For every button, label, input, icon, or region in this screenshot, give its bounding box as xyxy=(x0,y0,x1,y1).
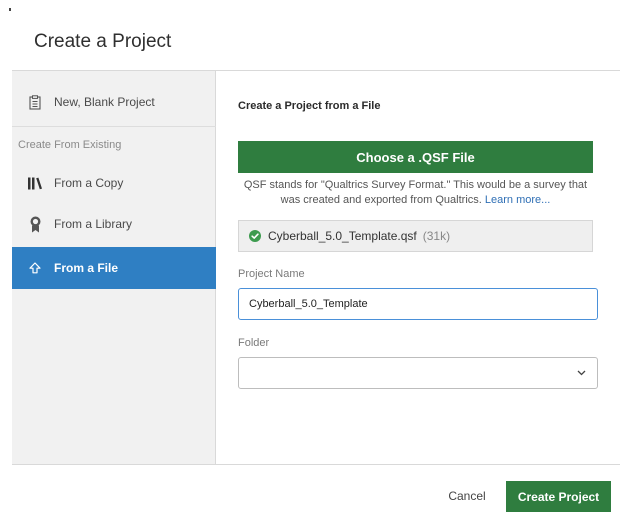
modal-title: Create a Project xyxy=(34,31,172,52)
sidebar-item-label: New, Blank Project xyxy=(54,95,155,109)
folder-select[interactable] xyxy=(238,357,598,389)
corner-mark xyxy=(9,8,11,11)
sidebar-item-label: From a Copy xyxy=(54,176,124,190)
award-ribbon-icon xyxy=(24,216,46,233)
sidebar: New, Blank Project Create From Existing … xyxy=(12,71,216,464)
create-project-button[interactable]: Create Project xyxy=(506,481,611,512)
chevron-down-icon xyxy=(577,370,586,376)
upload-arrow-icon xyxy=(24,262,46,274)
project-name-input[interactable] xyxy=(238,288,598,320)
sidebar-item-from-copy[interactable]: From a Copy xyxy=(12,163,216,203)
main-panel: Create a Project from a File Choose a .Q… xyxy=(216,71,620,464)
selected-file-name: Cyberball_5.0_Template.qsf xyxy=(268,229,417,243)
sidebar-item-new-blank-project[interactable]: New, Blank Project xyxy=(12,78,216,127)
modal-body: New, Blank Project Create From Existing … xyxy=(12,70,620,465)
folder-label: Folder xyxy=(238,337,270,349)
cancel-button[interactable]: Cancel xyxy=(436,482,498,510)
sidebar-item-label: From a Library xyxy=(54,217,133,231)
selected-file-box: Cyberball_5.0_Template.qsf (31k) xyxy=(238,220,593,252)
library-books-icon xyxy=(24,177,46,190)
selected-file-size: (31k) xyxy=(422,229,451,243)
choose-qsf-file-button[interactable]: Choose a .QSF File xyxy=(238,141,593,173)
project-name-label: Project Name xyxy=(238,268,305,280)
clipboard-icon xyxy=(24,94,46,110)
sidebar-item-label: From a File xyxy=(54,261,119,275)
check-circle-icon xyxy=(249,230,261,242)
sidebar-item-from-library[interactable]: From a Library xyxy=(12,204,216,244)
qsf-description: QSF stands for "Qualtrics Survey Format.… xyxy=(238,178,593,208)
sidebar-item-from-file[interactable]: From a File xyxy=(12,247,216,289)
sidebar-section-label: Create From Existing xyxy=(18,139,122,151)
learn-more-link[interactable]: Learn more... xyxy=(485,194,550,206)
section-heading: Create a Project from a File xyxy=(238,100,381,112)
